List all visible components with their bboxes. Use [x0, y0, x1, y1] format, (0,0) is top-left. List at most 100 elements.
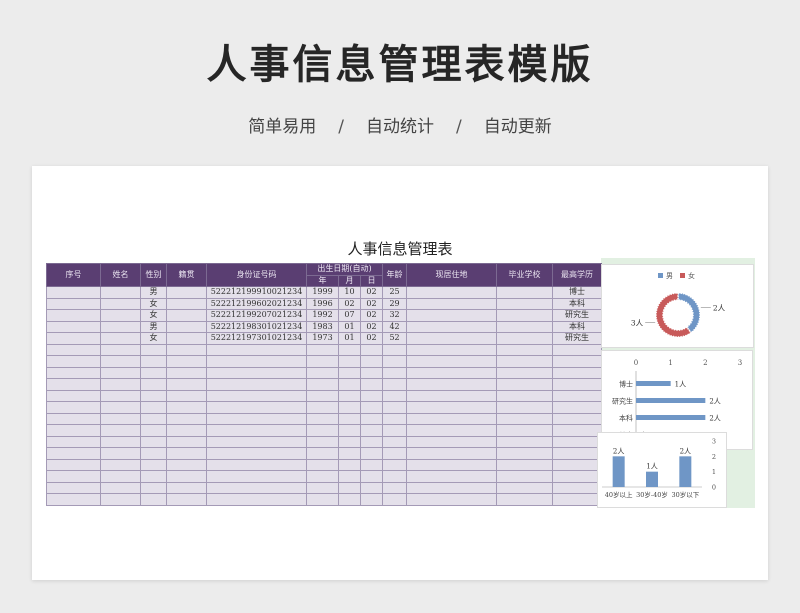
table-cell[interactable] [206, 470, 307, 483]
table-cell[interactable] [140, 378, 167, 391]
table-cell[interactable] [306, 389, 339, 402]
col-header[interactable]: 毕业学校 [496, 263, 554, 287]
table-cell[interactable] [140, 493, 167, 506]
table-cell[interactable] [46, 481, 101, 494]
table-cell[interactable] [46, 366, 101, 379]
table-cell[interactable] [338, 493, 361, 506]
table-cell[interactable] [359, 470, 384, 483]
table-cell[interactable] [166, 458, 207, 471]
table-cell[interactable] [496, 320, 554, 333]
table-cell[interactable] [552, 389, 603, 402]
table-cell[interactable] [406, 424, 498, 437]
table-cell[interactable] [306, 343, 339, 356]
table-cell[interactable]: 01 [338, 320, 361, 333]
table-cell[interactable] [406, 309, 498, 322]
table-cell[interactable]: 522212199602021234 [206, 297, 307, 310]
col-subheader[interactable]: 月 [338, 274, 361, 287]
table-cell[interactable] [359, 366, 384, 379]
table-cell[interactable] [359, 447, 384, 460]
table-cell[interactable] [166, 332, 207, 345]
table-cell[interactable] [359, 493, 384, 506]
col-subheader[interactable]: 年 [306, 274, 339, 287]
table-cell[interactable] [382, 447, 408, 460]
table-cell[interactable] [46, 401, 101, 414]
table-cell[interactable]: 25 [382, 286, 408, 299]
table-cell[interactable] [552, 458, 603, 471]
table-cell[interactable] [100, 355, 141, 368]
table-cell[interactable] [552, 424, 603, 437]
table-cell[interactable] [46, 470, 101, 483]
table-cell[interactable]: 01 [338, 332, 361, 345]
table-cell[interactable] [100, 435, 141, 448]
table-cell[interactable]: 02 [359, 297, 384, 310]
col-header[interactable]: 姓名 [100, 263, 141, 287]
table-cell[interactable] [100, 378, 141, 391]
table-cell[interactable] [552, 470, 603, 483]
table-cell[interactable] [206, 343, 307, 356]
table-cell[interactable] [406, 355, 498, 368]
table-cell[interactable] [166, 493, 207, 506]
col-header[interactable]: 现居住地 [406, 263, 498, 287]
table-cell[interactable] [46, 389, 101, 402]
table-cell[interactable]: 博士 [552, 286, 603, 299]
table-cell[interactable] [496, 389, 554, 402]
table-cell[interactable] [100, 470, 141, 483]
table-cell[interactable] [382, 355, 408, 368]
table-cell[interactable] [306, 366, 339, 379]
table-cell[interactable] [382, 401, 408, 414]
table-cell[interactable] [496, 355, 554, 368]
table-cell[interactable] [496, 378, 554, 391]
table-cell[interactable]: 男 [140, 286, 167, 299]
table-cell[interactable] [140, 389, 167, 402]
table-cell[interactable] [406, 378, 498, 391]
table-cell[interactable] [206, 378, 307, 391]
table-cell[interactable] [382, 378, 408, 391]
table-cell[interactable] [552, 435, 603, 448]
table-cell[interactable] [166, 389, 207, 402]
table-cell[interactable] [46, 286, 101, 299]
table-cell[interactable] [338, 481, 361, 494]
table-cell[interactable] [406, 435, 498, 448]
table-cell[interactable] [496, 470, 554, 483]
table-cell[interactable] [306, 424, 339, 437]
table-cell[interactable] [100, 297, 141, 310]
table-cell[interactable] [100, 458, 141, 471]
table-cell[interactable] [306, 447, 339, 460]
table-cell[interactable] [406, 493, 498, 506]
table-cell[interactable] [382, 366, 408, 379]
table-cell[interactable] [306, 355, 339, 368]
table-cell[interactable]: 42 [382, 320, 408, 333]
table-cell[interactable] [552, 343, 603, 356]
table-cell[interactable] [406, 286, 498, 299]
table-cell[interactable] [382, 389, 408, 402]
table-cell[interactable] [46, 343, 101, 356]
table-cell[interactable] [338, 366, 361, 379]
table-cell[interactable] [359, 401, 384, 414]
age-chart[interactable]: 0 1 2 3 2人 40岁以上 1人 30岁-40岁 2人 30岁以下 [597, 432, 727, 508]
table-cell[interactable] [100, 286, 141, 299]
table-cell[interactable] [100, 320, 141, 333]
col-header[interactable]: 最高学历 [552, 263, 603, 287]
col-header[interactable]: 序号 [46, 263, 101, 287]
table-cell[interactable] [100, 447, 141, 460]
table-cell[interactable] [306, 378, 339, 391]
table-cell[interactable] [382, 412, 408, 425]
table-cell[interactable] [359, 458, 384, 471]
table-cell[interactable] [338, 343, 361, 356]
table-cell[interactable] [46, 378, 101, 391]
table-cell[interactable]: 07 [338, 309, 361, 322]
table-cell[interactable] [100, 424, 141, 437]
table-cell[interactable]: 29 [382, 297, 408, 310]
table-cell[interactable] [166, 378, 207, 391]
table-cell[interactable] [359, 481, 384, 494]
col-header[interactable]: 年龄 [382, 263, 408, 287]
table-cell[interactable] [166, 401, 207, 414]
table-cell[interactable] [552, 355, 603, 368]
table-cell[interactable]: 女 [140, 309, 167, 322]
table-cell[interactable] [406, 366, 498, 379]
table-cell[interactable] [100, 366, 141, 379]
table-cell[interactable] [338, 401, 361, 414]
table-cell[interactable] [496, 481, 554, 494]
table-cell[interactable] [100, 412, 141, 425]
table-cell[interactable] [100, 401, 141, 414]
